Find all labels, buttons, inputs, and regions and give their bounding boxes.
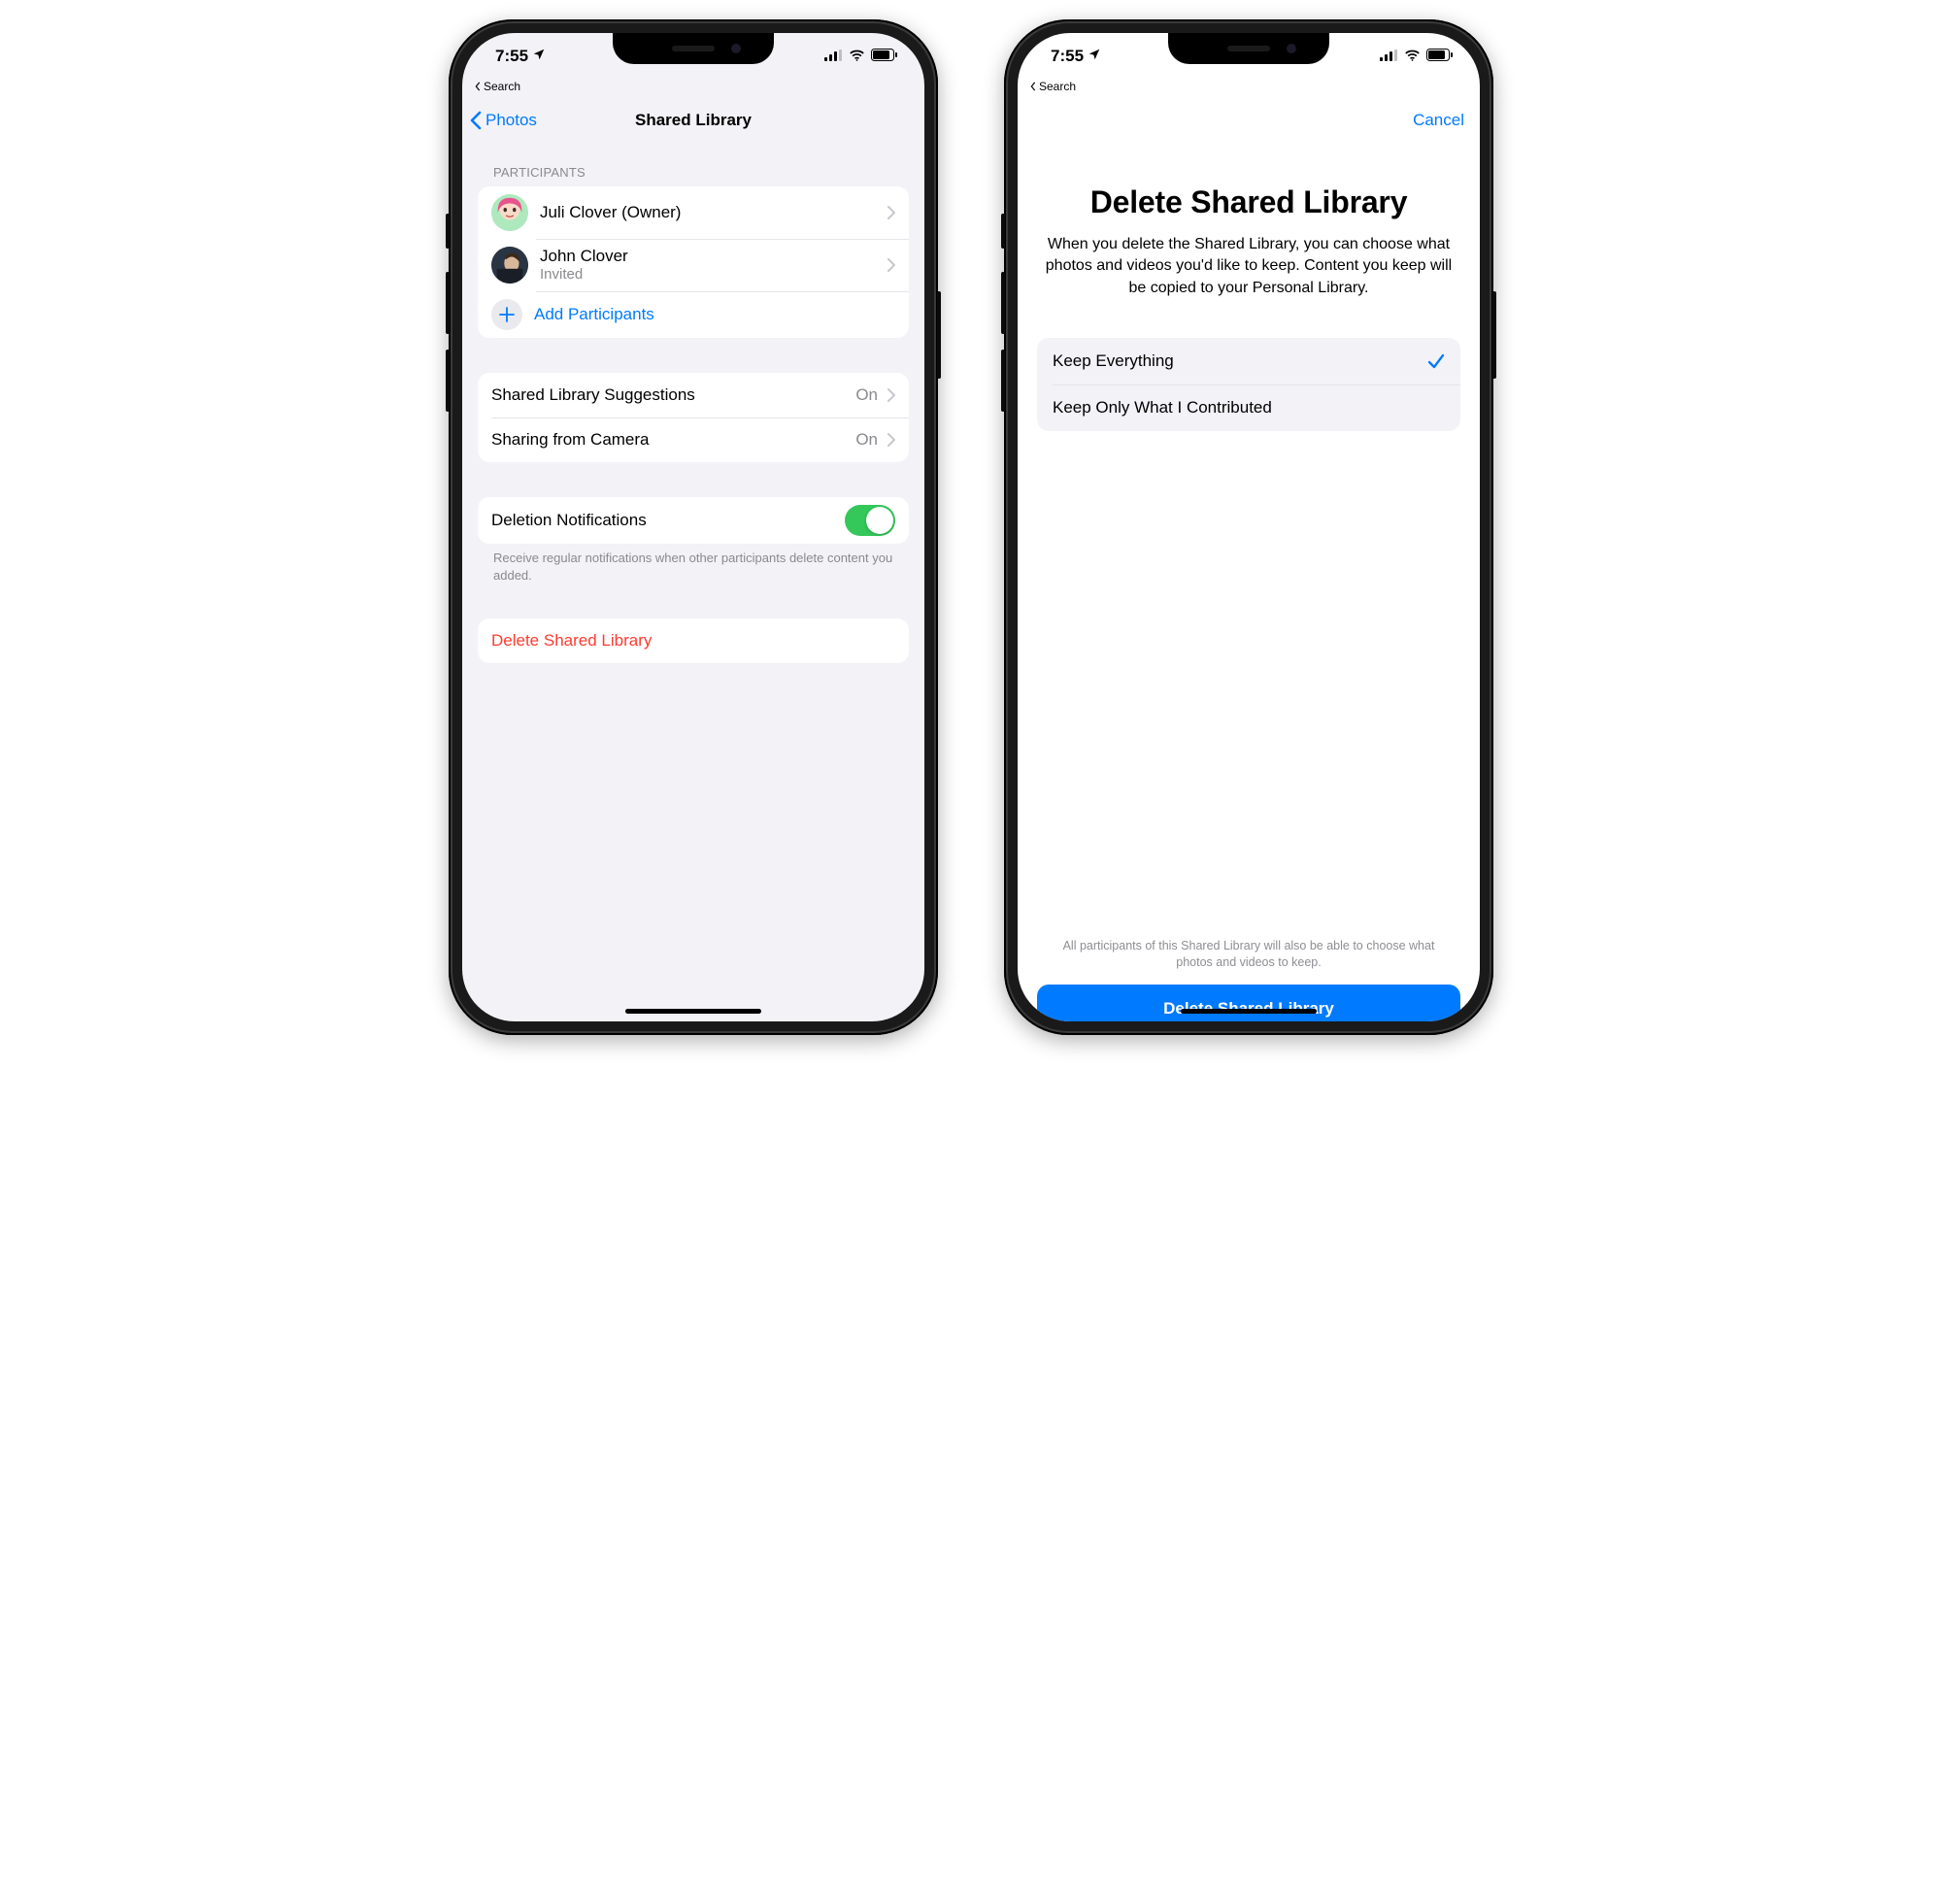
breadcrumb-label: Search	[1039, 80, 1076, 93]
sheet-footer: All participants of this Shared Library …	[1018, 938, 1480, 985]
deletion-toggle[interactable]	[845, 505, 895, 536]
plus-icon	[491, 299, 522, 330]
deletion-notifications-row: Deletion Notifications	[478, 497, 909, 544]
battery-icon	[871, 47, 897, 66]
chevron-right-icon	[887, 206, 895, 219]
participant-row[interactable]: Juli Clover (Owner)	[478, 186, 909, 239]
sheet-title: Delete Shared Library	[1018, 142, 1480, 220]
wifi-icon	[849, 47, 865, 66]
status-time: 7:55	[1051, 47, 1084, 66]
status-time: 7:55	[495, 47, 528, 66]
chevron-right-icon	[887, 433, 895, 447]
camera-sharing-row[interactable]: Sharing from Camera On	[478, 418, 909, 462]
camera-label: Sharing from Camera	[491, 430, 855, 450]
delete-label: Delete Shared Library	[491, 631, 652, 651]
check-icon	[1427, 352, 1445, 370]
avatar	[491, 194, 528, 231]
option-label: Keep Only What I Contributed	[1053, 398, 1272, 418]
delete-shared-library-button[interactable]: Delete Shared Library	[478, 618, 909, 663]
add-participants-button[interactable]: Add Participants	[478, 291, 909, 338]
deletion-footer: Receive regular notifications when other…	[478, 544, 909, 584]
add-participants-label: Add Participants	[534, 305, 654, 324]
option-keep-contributed[interactable]: Keep Only What I Contributed	[1037, 384, 1460, 431]
camera-value: On	[855, 430, 878, 450]
avatar	[491, 247, 528, 284]
participant-status: Invited	[540, 266, 887, 284]
participant-name: John Clover	[540, 247, 887, 266]
battery-icon	[1426, 47, 1453, 66]
chevron-right-icon	[887, 258, 895, 272]
participant-row[interactable]: John Clover Invited	[478, 239, 909, 291]
suggestions-row[interactable]: Shared Library Suggestions On	[478, 373, 909, 418]
breadcrumb-back[interactable]: Search	[462, 80, 924, 99]
location-icon	[1088, 47, 1101, 66]
chevron-right-icon	[887, 388, 895, 402]
signal-icon	[824, 47, 843, 66]
participants-header: Participants	[478, 142, 909, 186]
option-keep-everything[interactable]: Keep Everything	[1037, 338, 1460, 384]
wifi-icon	[1404, 47, 1421, 66]
signal-icon	[1380, 47, 1398, 66]
suggestions-value: On	[855, 385, 878, 405]
breadcrumb-label: Search	[484, 80, 520, 93]
delete-shared-library-button[interactable]: Delete Shared Library	[1037, 985, 1460, 1021]
option-label: Keep Everything	[1053, 351, 1174, 371]
participant-name: Juli Clover (Owner)	[540, 203, 887, 222]
home-indicator[interactable]	[625, 1009, 761, 1014]
page-title: Shared Library	[462, 111, 924, 130]
breadcrumb-back[interactable]: Search	[1018, 80, 1480, 99]
deletion-label: Deletion Notifications	[491, 511, 845, 530]
location-icon	[532, 47, 546, 66]
suggestions-label: Shared Library Suggestions	[491, 385, 855, 405]
home-indicator[interactable]	[1181, 1009, 1317, 1014]
cancel-button[interactable]: Cancel	[1413, 111, 1464, 130]
sheet-body: When you delete the Shared Library, you …	[1018, 220, 1480, 299]
